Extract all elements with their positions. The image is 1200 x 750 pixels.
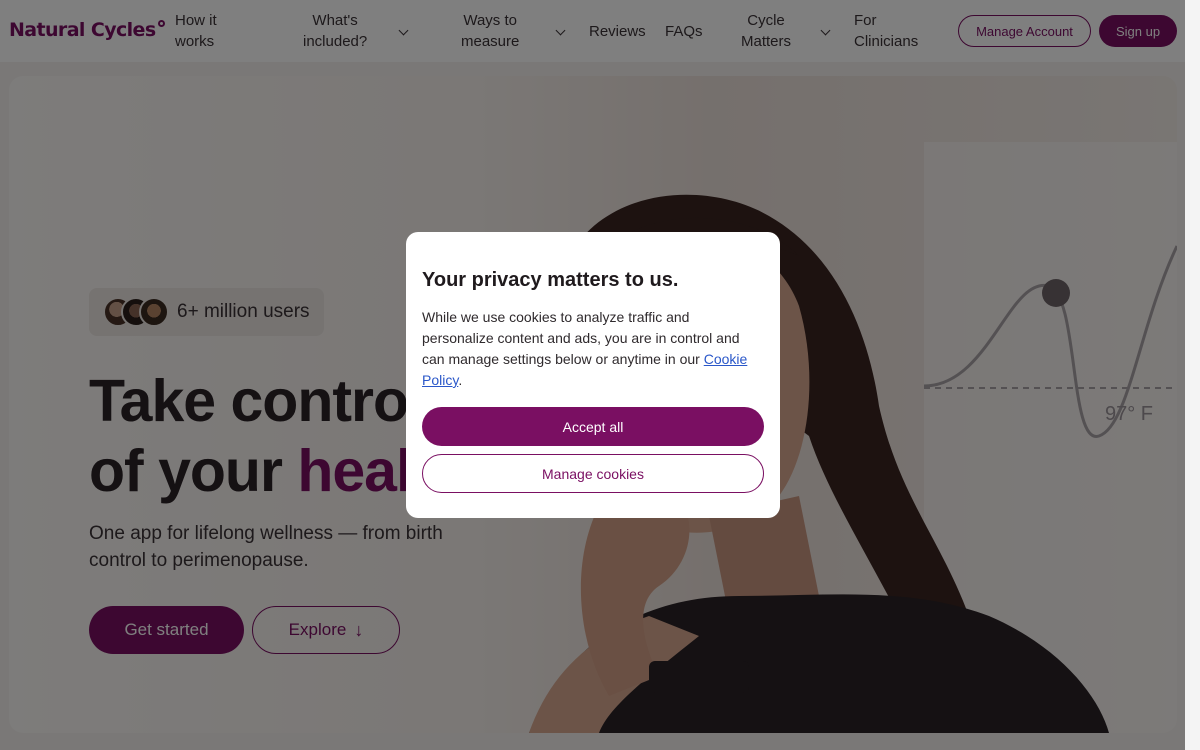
cookie-consent-dialog: Your privacy matters to us. While we use… [406, 232, 780, 518]
cookie-dialog-title: Your privacy matters to us. [422, 269, 679, 291]
page-scrollbar[interactable] [1185, 0, 1200, 750]
manage-cookies-button[interactable]: Manage cookies [422, 454, 764, 493]
cookie-dialog-body: While we use cookies to analyze traffic … [422, 309, 748, 388]
accept-all-button[interactable]: Accept all [422, 407, 764, 446]
